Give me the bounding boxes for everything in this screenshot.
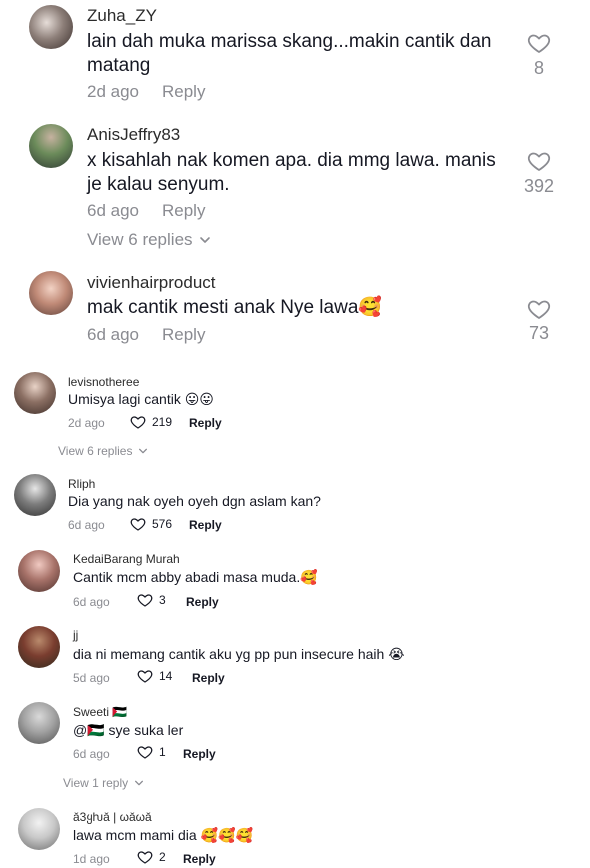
like-count: 14	[159, 669, 173, 683]
view-replies-button[interactable]: View 6 replies	[58, 444, 148, 458]
reply-button[interactable]: Reply	[186, 595, 219, 609]
heart-icon	[137, 670, 153, 683]
heart-icon[interactable]	[527, 149, 551, 173]
comment-username[interactable]: Rliph	[68, 477, 95, 491]
like-count: 219	[152, 415, 173, 429]
comment-text: Umisya lagi cantik 😛😛	[68, 391, 214, 407]
reply-button[interactable]: Reply	[192, 671, 225, 685]
comment-time: 5d ago	[73, 671, 110, 685]
comment-time: 2d ago	[87, 82, 139, 101]
comment-username[interactable]: Sweeti 🇵🇸	[73, 705, 127, 719]
comment-username[interactable]: vivienhairproduct	[87, 273, 216, 293]
avatar[interactable]	[18, 808, 60, 850]
heart-icon	[137, 851, 153, 864]
view-replies-label: View 1 reply	[63, 776, 129, 790]
comment-text: Dia yang nak oyeh oyeh dgn aslam kan?	[68, 493, 321, 509]
comment-time: 6d ago	[87, 325, 139, 344]
comment-time: 6d ago	[87, 201, 139, 220]
avatar[interactable]	[14, 474, 56, 516]
comment-text: lain dah muka marissa skang...makin cant…	[87, 31, 492, 76]
like-count: 576	[152, 517, 173, 531]
like-button[interactable]: 2	[137, 849, 166, 865]
like-button[interactable]: 14	[137, 668, 172, 684]
reply-button[interactable]: Reply	[183, 747, 216, 761]
avatar[interactable]	[18, 702, 60, 744]
comment-username[interactable]: jj	[73, 628, 78, 642]
comment-text: Cantik mcm abby abadi masa muda.🥰	[73, 569, 318, 585]
reply-button[interactable]: Reply	[162, 201, 205, 221]
view-replies-label: View 6 replies	[87, 230, 193, 249]
like-count: 392	[523, 176, 555, 196]
view-replies-label: View 6 replies	[58, 444, 133, 458]
avatar[interactable]	[29, 271, 73, 315]
avatar[interactable]	[18, 626, 60, 668]
reply-button[interactable]: Reply	[189, 518, 222, 532]
like-button[interactable]: 219	[130, 414, 172, 430]
comment-username[interactable]: Zuha_ZY	[87, 6, 157, 26]
heart-icon[interactable]	[527, 297, 551, 321]
avatar[interactable]	[18, 550, 60, 592]
heart-icon	[130, 416, 146, 429]
heart-icon[interactable]	[527, 31, 551, 55]
chevron-down-icon	[135, 780, 144, 786]
like-button[interactable]: 576	[130, 516, 172, 532]
comment-text: @🇵🇸 sye suka ler	[73, 722, 184, 738]
comment-time: 6d ago	[73, 747, 110, 761]
comment-username[interactable]: ǎ3ყƕǎ | ωǎωǎ	[73, 810, 152, 824]
chevron-down-icon	[199, 237, 210, 243]
like-button[interactable]: 1	[137, 744, 166, 760]
avatar[interactable]	[29, 5, 73, 49]
reply-button[interactable]: Reply	[183, 852, 216, 866]
view-replies-button[interactable]: View 1 reply	[63, 776, 144, 790]
like-count: 3	[159, 593, 166, 607]
reply-button[interactable]: Reply	[162, 82, 205, 102]
like-count: 2	[159, 850, 166, 864]
reply-button[interactable]: Reply	[189, 416, 222, 430]
chevron-down-icon	[139, 448, 148, 454]
heart-icon	[130, 518, 146, 531]
comment-text: lawa mcm mami dia 🥰🥰🥰	[73, 827, 253, 843]
view-replies-button[interactable]: View 6 replies	[87, 230, 211, 250]
comment-username[interactable]: AnisJeffry83	[87, 125, 180, 145]
comment-text: x kisahlah nak komen apa. dia mmg lawa. …	[87, 150, 496, 195]
heart-icon	[137, 594, 153, 607]
comment-text: dia ni memang cantik aku yg pp pun insec…	[73, 646, 405, 662]
like-count: 1	[159, 745, 166, 759]
comment-time: 6d ago	[73, 595, 110, 609]
like-button[interactable]: 3	[137, 592, 166, 608]
heart-icon	[137, 746, 153, 759]
like-count: 8	[533, 58, 544, 78]
comment-time: 2d ago	[68, 416, 105, 430]
comment-text: mak cantik mesti anak Nye lawa🥰	[87, 297, 383, 318]
comment-time: 1d ago	[73, 852, 110, 866]
reply-button[interactable]: Reply	[162, 325, 205, 345]
avatar[interactable]	[29, 124, 73, 168]
like-count: 73	[528, 323, 550, 343]
comment-username[interactable]: levisnotheree	[68, 375, 139, 389]
comment-time: 6d ago	[68, 518, 105, 532]
comment-username[interactable]: KedaiBarang Murah	[73, 552, 180, 566]
avatar[interactable]	[14, 372, 56, 414]
